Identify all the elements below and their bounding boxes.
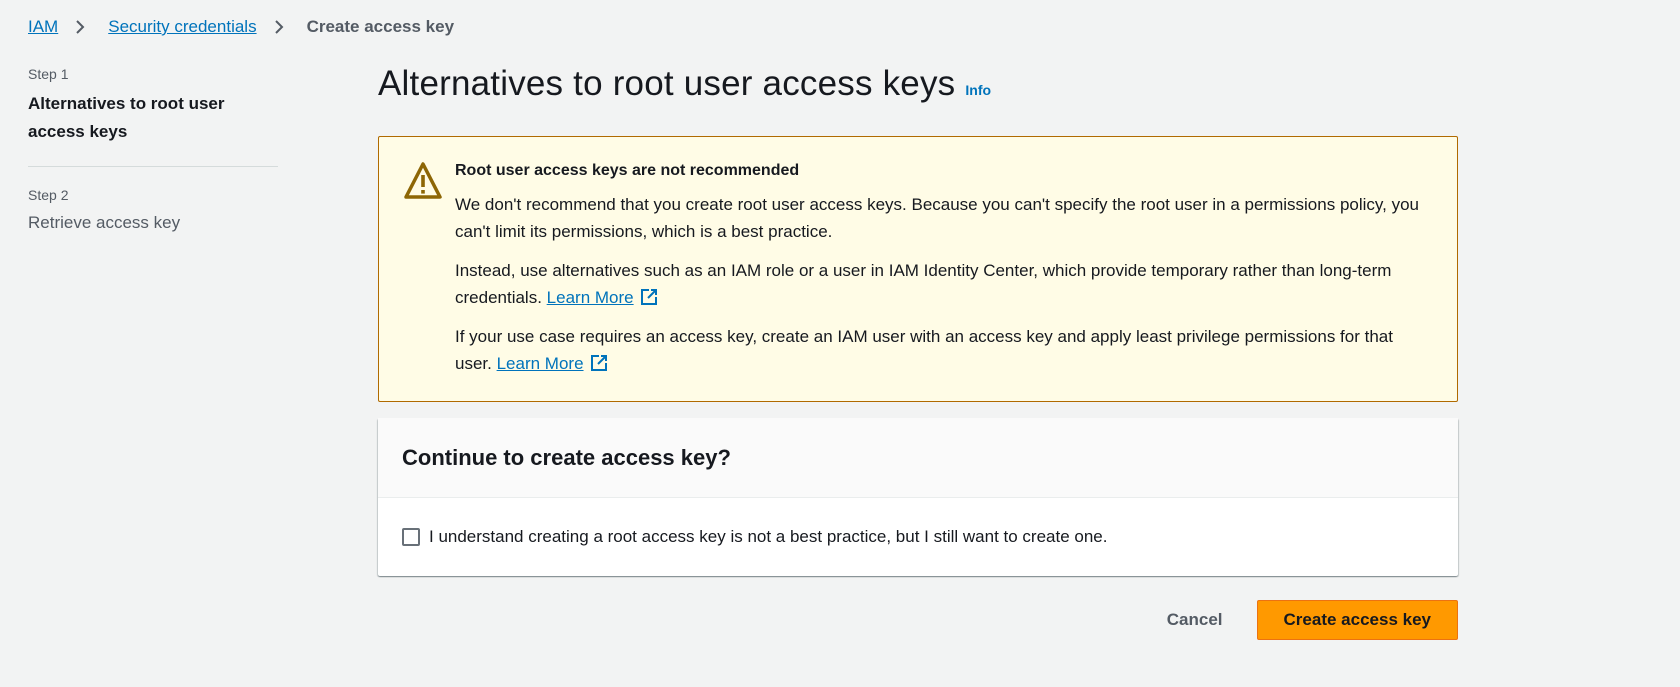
alert-title: Root user access keys are not recommende… — [455, 162, 800, 179]
acknowledge-checkbox[interactable] — [402, 528, 420, 546]
acknowledge-checkbox-label[interactable]: I understand creating a root access key … — [429, 527, 1107, 547]
warning-alert: Root user access keys are not recommende… — [378, 136, 1458, 402]
step-1-label: Step 1 — [28, 66, 69, 82]
wizard-steps: Step 1 Alternatives to root user access … — [28, 66, 278, 235]
learn-more-label: Learn More — [496, 354, 584, 373]
step-1: Step 1 Alternatives to root user access … — [28, 66, 278, 146]
page-header: Alternatives to root user access keys In… — [378, 64, 1458, 112]
alert-paragraph-2: Instead, use alternatives such as an IAM… — [455, 257, 1427, 311]
info-link[interactable]: Info — [965, 82, 991, 98]
step-2-title: Retrieve access key — [28, 213, 181, 232]
chevron-right-icon — [271, 19, 287, 35]
learn-more-link-2[interactable]: Learn More — [497, 354, 584, 373]
learn-more-link-1[interactable]: Learn More — [547, 288, 634, 307]
step-2: Step 2 Retrieve access key — [28, 187, 278, 235]
chevron-right-icon — [72, 19, 88, 35]
breadcrumb-security-credentials-link[interactable]: Security credentials — [108, 17, 256, 37]
alert-paragraph-1: We don't recommend that you create root … — [455, 191, 1427, 245]
page-title: Alternatives to root user access keys — [378, 64, 956, 103]
panel-body: I understand creating a root access key … — [378, 498, 1458, 576]
panel-title: Continue to create access key? — [402, 444, 731, 470]
cancel-button[interactable]: Cancel — [1147, 602, 1243, 638]
step-2-label: Step 2 — [28, 187, 69, 203]
main-content: Alternatives to root user access keys In… — [378, 64, 1458, 640]
breadcrumb: IAM Security credentials Create access k… — [28, 16, 454, 38]
step-divider — [28, 166, 278, 167]
breadcrumb-iam-link[interactable]: IAM — [28, 17, 58, 37]
alert-text-1: We don't recommend that you create root … — [455, 195, 1419, 241]
confirmation-panel: Continue to create access key? I underst… — [378, 418, 1458, 576]
external-link-icon[interactable] — [640, 287, 658, 305]
step-1-title: Alternatives to root user access keys — [28, 94, 225, 141]
warning-icon — [403, 161, 443, 201]
external-link-icon[interactable] — [590, 353, 608, 371]
create-access-key-button[interactable]: Create access key — [1256, 600, 1458, 640]
learn-more-label: Learn More — [546, 288, 634, 307]
form-actions: Cancel Create access key — [378, 600, 1458, 640]
breadcrumb-current: Create access key — [306, 17, 455, 36]
alert-paragraph-3: If your use case requires an access key,… — [455, 323, 1427, 377]
alert-body: Root user access keys are not recommende… — [455, 161, 1427, 389]
panel-header: Continue to create access key? — [378, 418, 1458, 498]
